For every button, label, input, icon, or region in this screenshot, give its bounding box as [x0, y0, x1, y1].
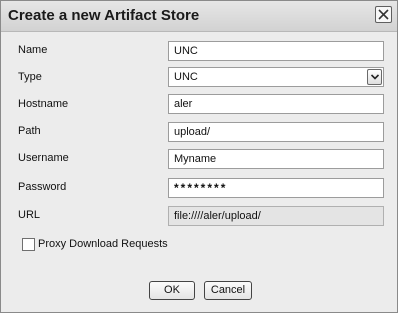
password-label: Password: [18, 181, 67, 193]
close-button[interactable]: [375, 6, 392, 23]
title-bar: Create a new Artifact Store: [1, 1, 397, 32]
proxy-download-label[interactable]: Proxy Download Requests: [38, 238, 168, 250]
path-field[interactable]: upload/: [168, 122, 384, 142]
url-field: file:////aler/upload/: [168, 206, 384, 226]
proxy-download-checkbox[interactable]: [22, 238, 35, 251]
create-artifact-store-dialog: Create a new Artifact Store Name UNC Typ…: [0, 0, 398, 313]
password-field[interactable]: ********: [168, 178, 384, 198]
name-field[interactable]: UNC: [168, 41, 384, 61]
chevron-down-icon: [371, 74, 379, 80]
url-label: URL: [18, 209, 41, 221]
username-field[interactable]: Myname: [168, 149, 384, 169]
ok-button[interactable]: OK: [149, 281, 195, 300]
hostname-field[interactable]: aler: [168, 94, 384, 114]
close-icon: [378, 9, 389, 20]
name-label: Name: [18, 44, 48, 56]
dialog-title: Create a new Artifact Store: [8, 7, 200, 24]
path-label: Path: [18, 125, 41, 137]
type-select[interactable]: UNC: [168, 67, 384, 87]
type-label: Type: [18, 71, 42, 83]
cancel-button[interactable]: Cancel: [204, 281, 252, 300]
username-label: Username: [18, 152, 69, 164]
type-select-value: UNC: [174, 71, 198, 83]
hostname-label: Hostname: [18, 98, 69, 110]
dropdown-button[interactable]: [367, 69, 382, 85]
